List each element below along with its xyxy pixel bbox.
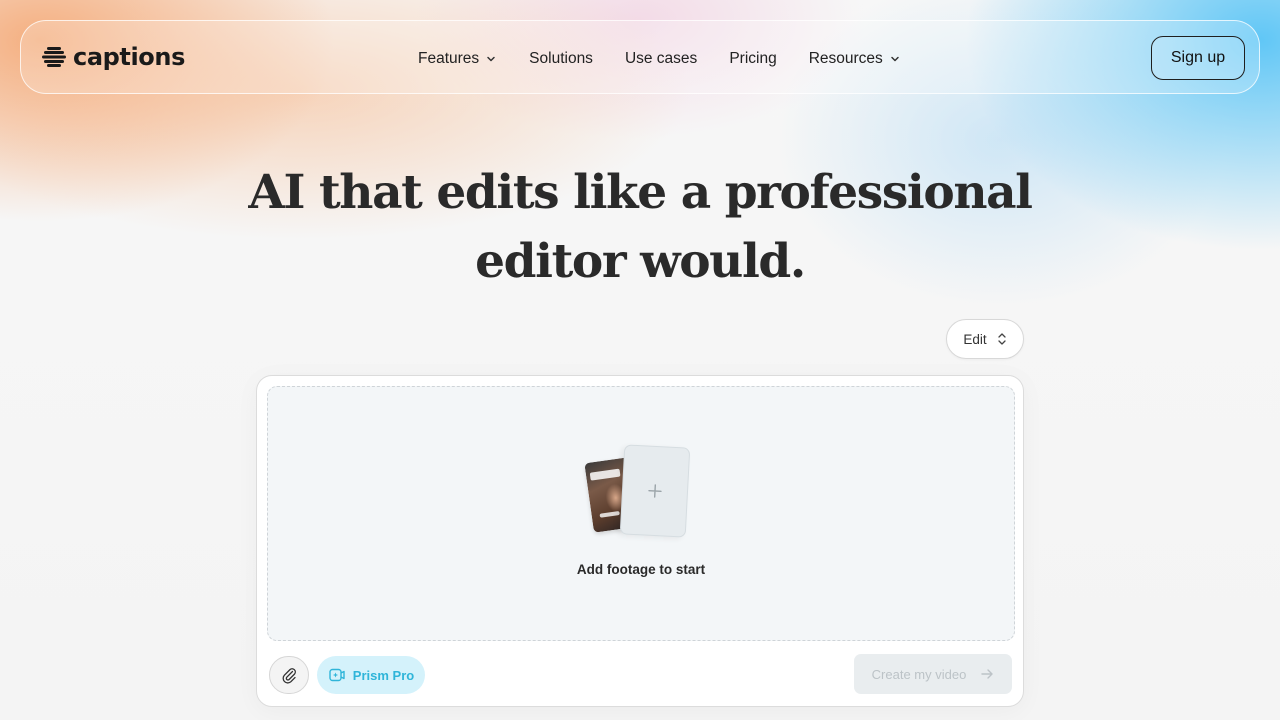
nav-item-solutions[interactable]: Solutions bbox=[529, 50, 593, 68]
nav-item-use-cases[interactable]: Use cases bbox=[625, 50, 697, 68]
arrow-right-icon bbox=[981, 669, 994, 679]
captions-logo-icon bbox=[42, 47, 66, 67]
top-navigation: captions Features Solutions Use cases Pr… bbox=[20, 20, 1260, 94]
prism-icon bbox=[329, 668, 345, 682]
video-composer-card: Add footage to start Prism Pro Create my… bbox=[256, 375, 1024, 707]
paperclip-icon bbox=[282, 668, 296, 684]
brand-name: captions bbox=[73, 43, 185, 71]
mode-selector-value: Edit bbox=[963, 331, 987, 347]
caption-overlay bbox=[589, 468, 621, 481]
sign-up-button[interactable]: Sign up bbox=[1151, 36, 1245, 80]
nav-item-label: Resources bbox=[808, 50, 883, 67]
nav-item-label: Features bbox=[418, 50, 480, 67]
model-selector-button[interactable]: Prism Pro bbox=[317, 656, 425, 694]
nav-item-label: Solutions bbox=[529, 50, 593, 67]
nav-item-label: Use cases bbox=[624, 50, 698, 67]
plus-icon bbox=[648, 484, 662, 498]
hero-line-1: AI that edits like a professional bbox=[248, 165, 1033, 220]
add-footage-tile[interactable] bbox=[619, 444, 691, 538]
nav-item-label: Pricing bbox=[729, 50, 777, 67]
attach-button[interactable] bbox=[269, 656, 309, 694]
mode-selector[interactable]: Edit bbox=[946, 319, 1024, 359]
create-video-button[interactable]: Create my video bbox=[854, 654, 1012, 694]
chevron-down-icon bbox=[891, 56, 899, 62]
brand-logo[interactable]: captions bbox=[41, 41, 185, 73]
dropzone-label: Add footage to start bbox=[576, 562, 706, 577]
chevron-up-down-icon bbox=[997, 333, 1006, 345]
create-video-label: Create my video bbox=[871, 666, 967, 682]
nav-item-resources[interactable]: Resources bbox=[809, 50, 901, 68]
chevron-down-icon bbox=[487, 56, 495, 62]
nav-item-features[interactable]: Features bbox=[418, 50, 497, 68]
nav-item-pricing[interactable]: Pricing bbox=[729, 50, 776, 68]
main-menu: Features Solutions Use cases Pricing Res… bbox=[418, 45, 933, 73]
hero-line-2: editor would. bbox=[475, 234, 806, 289]
hero-headline: AI that edits like a professional editor… bbox=[0, 158, 1280, 296]
caption-overlay bbox=[599, 510, 620, 518]
model-selector-label: Prism Pro bbox=[352, 667, 415, 683]
footage-dropzone[interactable]: Add footage to start bbox=[267, 386, 1015, 641]
